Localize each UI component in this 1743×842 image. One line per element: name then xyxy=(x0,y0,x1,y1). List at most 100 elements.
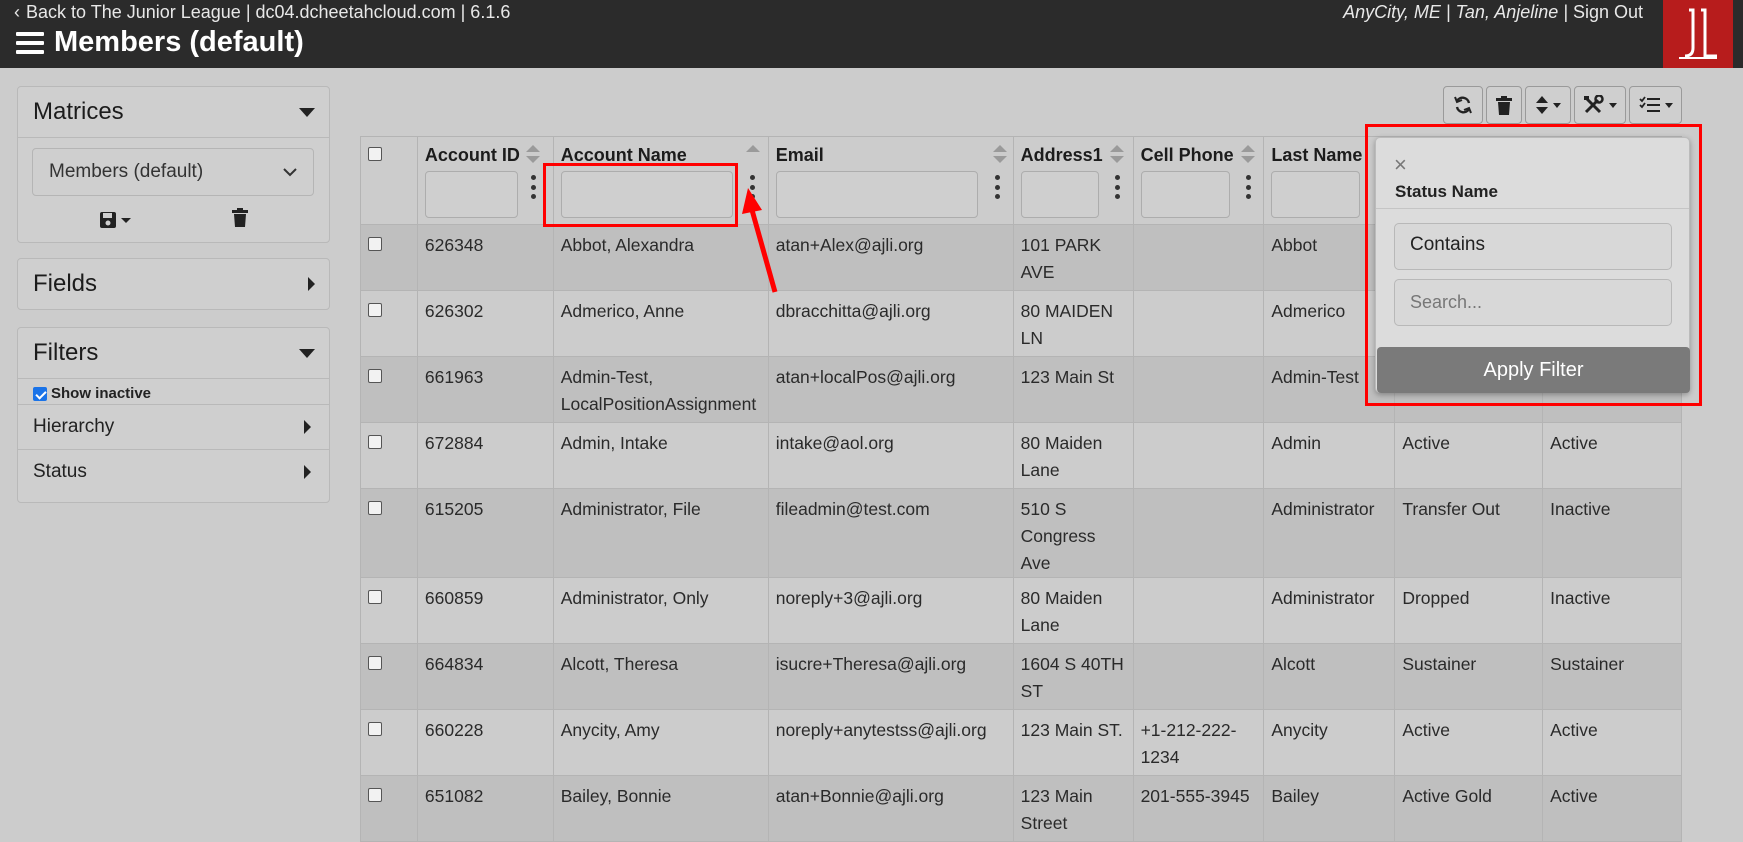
show-inactive-label: Show inactive xyxy=(51,385,152,402)
filters-header[interactable]: Filters xyxy=(18,328,329,378)
table-cell: 626302 xyxy=(416,290,554,357)
row-checkbox[interactable] xyxy=(368,369,382,383)
table-cell: 1604 S 40TH ST xyxy=(1012,643,1134,710)
row-checkbox[interactable] xyxy=(368,303,382,317)
column-label: Account Name xyxy=(560,145,687,165)
table-cell: Anycity xyxy=(1263,709,1396,776)
caret-down-icon xyxy=(1553,102,1561,108)
table-cell: Inactive xyxy=(1542,577,1682,644)
save-matrix-button[interactable] xyxy=(99,208,131,232)
column-label: Account ID xyxy=(424,145,520,165)
table-row[interactable]: 660228 Anycity, Amy noreply+anytestss@ajli… xyxy=(360,709,1682,776)
row-checkbox[interactable] xyxy=(368,435,382,449)
table-cell xyxy=(1132,290,1265,357)
menu-icon[interactable] xyxy=(16,31,44,54)
show-inactive-checkbox[interactable] xyxy=(33,386,47,401)
column-header-email[interactable]: Email xyxy=(767,136,1014,225)
sort-icon[interactable] xyxy=(525,145,540,165)
table-cell: Inactive xyxy=(1542,488,1682,578)
cell-phone-filter-input[interactable] xyxy=(1140,171,1230,218)
select-all-checkbox[interactable] xyxy=(368,147,382,161)
row-checkbox[interactable] xyxy=(368,722,382,736)
filter-status[interactable]: Status xyxy=(18,449,329,494)
matrices-heading: Matrices xyxy=(33,98,124,125)
table-row[interactable]: 651082 Bailey, Bonnie atan+Bonnie@ajli.org… xyxy=(360,775,1682,842)
kebab-icon[interactable] xyxy=(995,175,1001,199)
junior-league-logo[interactable] xyxy=(1663,0,1733,68)
sort-icon[interactable] xyxy=(1240,145,1255,165)
caret-right-icon xyxy=(304,465,311,479)
user-name[interactable]: Tan, Anjeline xyxy=(1456,2,1559,22)
table-cell xyxy=(1132,224,1265,291)
address1-filter-input[interactable] xyxy=(1020,171,1099,218)
grid-toolbar xyxy=(1443,86,1682,124)
row-checkbox[interactable] xyxy=(368,590,382,604)
table-cell xyxy=(1132,643,1265,710)
back-link[interactable]: ‹ Back to The Junior League | dc04.dchee… xyxy=(14,2,510,23)
sort-icon[interactable] xyxy=(1109,145,1124,165)
sort-icon[interactable] xyxy=(992,145,1007,165)
table-cell: 123 Main ST. xyxy=(1012,709,1134,776)
show-inactive-toggle[interactable]: Show inactive xyxy=(18,378,329,404)
trash-icon xyxy=(1496,95,1512,115)
sort-asc-icon[interactable] xyxy=(745,145,760,165)
sort-icon xyxy=(1536,96,1548,114)
chevron-left-icon: ‹ xyxy=(14,2,20,22)
last-name-filter-input[interactable] xyxy=(1271,171,1361,218)
matrix-select[interactable]: Members (default) xyxy=(32,148,314,196)
filter-hierarchy[interactable]: Hierarchy xyxy=(18,404,329,449)
kebab-icon[interactable] xyxy=(531,175,537,199)
kebab-icon[interactable] xyxy=(1246,175,1252,199)
apply-filter-button[interactable]: Apply Filter xyxy=(1377,347,1690,393)
table-cell: Active Gold xyxy=(1394,775,1544,842)
row-select-cell xyxy=(360,643,418,710)
matrix-selected: Members (default) xyxy=(49,161,204,182)
delete-matrix-button[interactable] xyxy=(232,208,249,232)
table-cell: 664834 xyxy=(416,643,554,710)
row-checkbox[interactable] xyxy=(368,501,382,515)
refresh-icon xyxy=(1454,96,1472,114)
table-row[interactable]: 660859 Administrator, Only noreply+3@ajli.… xyxy=(360,577,1682,644)
column-header-address1[interactable]: Address1 xyxy=(1012,136,1134,225)
caret-down-icon xyxy=(299,107,315,117)
row-checkbox[interactable] xyxy=(368,237,382,251)
refresh-button[interactable] xyxy=(1443,86,1483,124)
table-cell: Alcott, Theresa xyxy=(552,643,769,710)
table-cell: Administrator xyxy=(1263,577,1396,644)
table-cell: Admin-Test, LocalPositionAssignment xyxy=(552,356,769,423)
table-row[interactable]: 672884 Admin, Intake intake@aol.org 80 Maid… xyxy=(360,422,1682,489)
table-cell: Alcott xyxy=(1263,643,1396,710)
sort-menu-button[interactable] xyxy=(1525,86,1571,124)
fields-heading: Fields xyxy=(33,270,98,297)
table-cell xyxy=(1132,356,1265,423)
table-cell: noreply+anytestss@ajli.org xyxy=(767,709,1014,776)
table-row[interactable]: 664834 Alcott, Theresa isucre+Theresa@ajli… xyxy=(360,643,1682,710)
table-cell: 510 S Congress Ave xyxy=(1012,488,1134,578)
table-cell: Admerico, Anne xyxy=(552,290,769,357)
close-icon[interactable]: × xyxy=(1394,152,1407,178)
delete-button[interactable] xyxy=(1486,86,1522,124)
row-checkbox[interactable] xyxy=(368,788,382,802)
row-select-cell xyxy=(360,224,418,291)
column-header-account-id[interactable]: Account ID xyxy=(416,136,554,225)
fields-header[interactable]: Fields xyxy=(18,259,329,309)
filter-search-input[interactable] xyxy=(1394,279,1672,326)
table-cell: 80 Maiden Lane xyxy=(1012,422,1134,489)
column-chooser-button[interactable] xyxy=(1629,86,1682,124)
table-row[interactable]: 615205 Administrator, File fileadmin@test.… xyxy=(360,488,1682,578)
row-select-cell xyxy=(360,488,418,578)
table-cell: atan+Alex@ajli.org xyxy=(767,224,1014,291)
column-header-cell-phone[interactable]: Cell Phone xyxy=(1132,136,1265,225)
kebab-icon[interactable] xyxy=(1115,175,1121,199)
table-cell: 661963 xyxy=(416,356,554,423)
tools-menu-button[interactable] xyxy=(1574,86,1626,124)
caret-down-icon xyxy=(1609,102,1617,108)
account-id-filter-input[interactable] xyxy=(424,171,518,218)
row-checkbox[interactable] xyxy=(368,656,382,670)
filters-heading: Filters xyxy=(33,339,99,366)
filter-operator-select[interactable]: Contains xyxy=(1394,223,1672,270)
matrices-header[interactable]: Matrices xyxy=(18,87,329,137)
table-cell: Administrator xyxy=(1263,488,1396,578)
sign-out-link[interactable]: Sign Out xyxy=(1573,2,1643,22)
email-filter-input[interactable] xyxy=(775,171,978,218)
